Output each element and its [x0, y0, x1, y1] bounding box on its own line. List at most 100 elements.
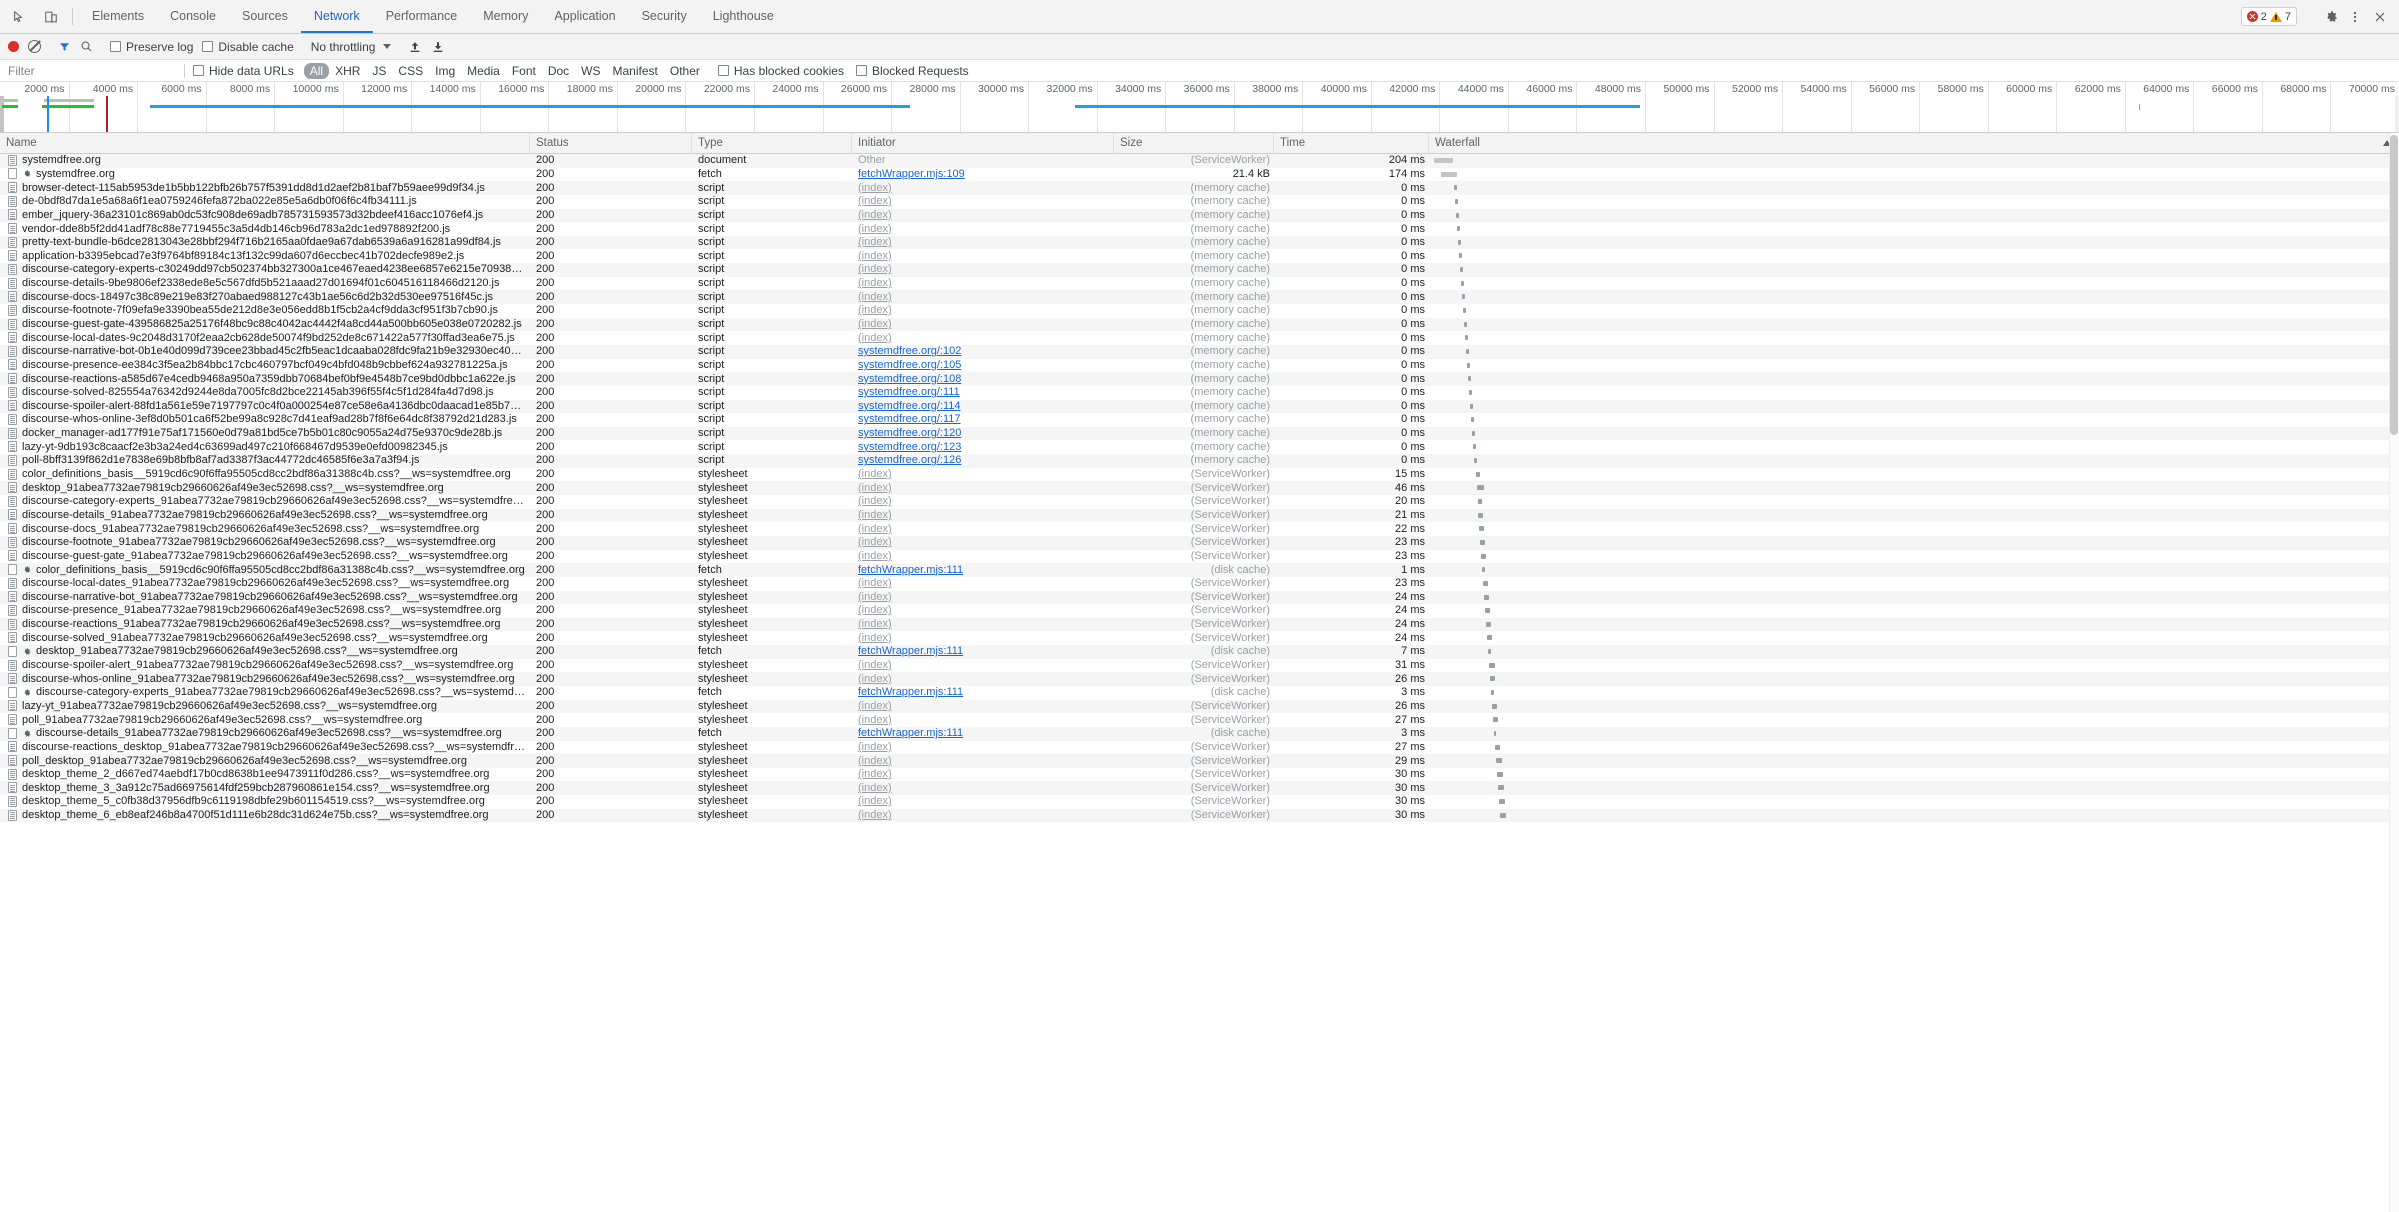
cell-initiator[interactable]: (index) [852, 263, 1114, 276]
table-row[interactable]: discourse-presence_91abea7732ae79819cb29… [0, 604, 2399, 618]
cell-initiator[interactable]: fetchWrapper.mjs:111 [852, 727, 1114, 740]
cell-initiator[interactable]: (index) [852, 181, 1114, 194]
cell-name[interactable]: discourse-narrative-bot_91abea7732ae7981… [0, 591, 530, 604]
cell-initiator[interactable]: (index) [852, 672, 1114, 685]
filter-toggle-button[interactable] [58, 41, 71, 53]
cell-initiator[interactable]: (index) [852, 618, 1114, 631]
filter-input[interactable] [6, 62, 176, 79]
table-row[interactable]: color_definitions_basis__5919cd6c90f6ffa… [0, 467, 2399, 482]
cell-name[interactable]: desktop_theme_5_c0fb38d37956dfb9c6119198… [0, 795, 530, 808]
table-row[interactable]: discourse-whos-online_91abea7732ae79819c… [0, 672, 2399, 686]
cell-name[interactable]: browser-detect-115ab5953de1b5bb122bfb26b… [0, 181, 530, 194]
cell-name[interactable]: poll-8bff3139f862d1e7838e69b8bfb8af7ad33… [0, 454, 530, 467]
cell-initiator[interactable]: (index) [852, 481, 1114, 494]
cell-initiator[interactable]: (index) [852, 713, 1114, 726]
close-icon[interactable] [2371, 8, 2389, 26]
cell-initiator[interactable]: (index) [852, 809, 1114, 822]
table-row[interactable]: discourse-narrative-bot-0b1e40d099d739ce… [0, 344, 2399, 359]
cell-name[interactable]: discourse-reactions_91abea7732ae79819cb2… [0, 618, 530, 631]
cell-initiator[interactable]: (index) [852, 249, 1114, 262]
table-row[interactable]: discourse-details_91abea7732ae79819cb296… [0, 726, 2399, 741]
column-header-status[interactable]: Status [530, 133, 692, 153]
cell-name[interactable]: discourse-docs_91abea7732ae79819cb296606… [0, 522, 530, 535]
table-row[interactable]: discourse-docs_91abea7732ae79819cb296606… [0, 522, 2399, 536]
cell-initiator[interactable]: (index) [852, 604, 1114, 617]
cell-name[interactable]: desktop_theme_6_eb8eaf246b8a4700f51d111e… [0, 809, 530, 822]
table-row[interactable]: poll_91abea7732ae79819cb29660626af49e3ec… [0, 713, 2399, 727]
cell-initiator[interactable]: (index) [852, 700, 1114, 713]
cell-name[interactable]: de-0bdf8d7da1e5a68a6f1ea0759246fefa872ba… [0, 195, 530, 208]
tab-security[interactable]: Security [629, 0, 700, 33]
gear-icon[interactable] [2321, 8, 2339, 26]
table-row[interactable]: pretty-text-bundle-b6dce2813043e28bbf294… [0, 235, 2399, 250]
table-row[interactable]: discourse-category-experts_91abea7732ae7… [0, 685, 2399, 700]
type-filter-xhr[interactable]: XHR [329, 63, 366, 79]
cell-name[interactable]: poll_desktop_91abea7732ae79819cb29660626… [0, 754, 530, 767]
table-row[interactable]: ember_jquery-36a23101c869ab0dc53fc908de6… [0, 208, 2399, 223]
table-row[interactable]: discourse-spoiler-alert_91abea7732ae7981… [0, 658, 2399, 673]
cell-name[interactable]: docker_manager-ad177f91e75af171560e0d79a… [0, 427, 530, 440]
table-row[interactable]: systemdfree.org 200 fetch fetchWrapper.mjs:… [0, 167, 2399, 182]
cell-initiator[interactable]: (index) [852, 236, 1114, 249]
cell-name[interactable]: discourse-reactions_desktop_91abea7732ae… [0, 741, 530, 754]
cell-name[interactable]: discourse-solved_91abea7732ae79819cb2966… [0, 631, 530, 644]
cell-name[interactable]: systemdfree.org [0, 168, 530, 181]
table-row[interactable]: discourse-footnote_91abea7732ae79819cb29… [0, 535, 2399, 550]
cell-initiator[interactable]: (index) [852, 754, 1114, 767]
cell-initiator[interactable]: (index) [852, 536, 1114, 549]
cell-name[interactable]: color_definitions_basis__5919cd6c90f6ffa… [0, 468, 530, 481]
cell-name[interactable]: application-b3395ebcad7e3f9764bf89184c13… [0, 249, 530, 262]
cell-name[interactable]: discourse-docs-18497c38c89e219e83f270aba… [0, 290, 530, 303]
type-filter-manifest[interactable]: Manifest [607, 63, 664, 79]
cell-initiator[interactable]: systemdfree.org/:102 [852, 345, 1114, 358]
table-row[interactable]: desktop_theme_5_c0fb38d37956dfb9c6119198… [0, 795, 2399, 809]
table-row[interactable]: vendor-dde8b5f2dd41adf78c88e7719455c3a5d… [0, 222, 2399, 236]
table-row[interactable]: discourse-reactions-a585d67e4cedb9468a95… [0, 372, 2399, 386]
vertical-scrollbar[interactable] [2389, 133, 2399, 1212]
type-filter-ws[interactable]: WS [575, 63, 606, 79]
cell-name[interactable]: discourse-solved-825554a76342d9244e8da70… [0, 386, 530, 399]
cell-name[interactable]: discourse-whos-online_91abea7732ae79819c… [0, 672, 530, 685]
cell-name[interactable]: discourse-guest-gate_91abea7732ae79819cb… [0, 550, 530, 563]
type-filter-doc[interactable]: Doc [542, 63, 575, 79]
cell-name[interactable]: discourse-footnote_91abea7732ae79819cb29… [0, 536, 530, 549]
column-header-name[interactable]: Name [0, 133, 530, 153]
cell-name[interactable]: discourse-presence_91abea7732ae79819cb29… [0, 604, 530, 617]
cell-initiator[interactable]: (index) [852, 577, 1114, 590]
table-row[interactable]: poll_desktop_91abea7732ae79819cb29660626… [0, 754, 2399, 768]
table-row[interactable]: desktop_theme_3_3a912c75ad66975614fdf259… [0, 781, 2399, 796]
cell-name[interactable]: discourse-local-dates_91abea7732ae79819c… [0, 577, 530, 590]
cell-initiator[interactable]: fetchWrapper.mjs:109 [852, 168, 1114, 181]
cell-name[interactable]: discourse-narrative-bot-0b1e40d099d739ce… [0, 345, 530, 358]
type-filter-other[interactable]: Other [664, 63, 706, 79]
cell-initiator[interactable]: systemdfree.org/:111 [852, 386, 1114, 399]
table-row[interactable]: desktop_91abea7732ae79819cb29660626af49e… [0, 481, 2399, 496]
table-row[interactable]: discourse-guest-gate_91abea7732ae79819cb… [0, 549, 2399, 564]
table-row[interactable]: discourse-category-experts-c30249dd97cb5… [0, 263, 2399, 277]
cell-initiator[interactable]: (index) [852, 741, 1114, 754]
cell-name[interactable]: lazy-yt_91abea7732ae79819cb29660626af49e… [0, 700, 530, 713]
overview-right-handle[interactable] [2395, 96, 2399, 132]
table-row[interactable]: discourse-reactions_desktop_91abea7732ae… [0, 740, 2399, 755]
cell-initiator[interactable]: (index) [852, 468, 1114, 481]
inspect-element-icon[interactable] [10, 8, 28, 26]
cell-initiator[interactable]: (index) [852, 318, 1114, 331]
column-header-waterfall[interactable]: Waterfall [1429, 133, 2399, 153]
cell-name[interactable]: ember_jquery-36a23101c869ab0dc53fc908de6… [0, 209, 530, 222]
cell-initiator[interactable]: (index) [852, 209, 1114, 222]
cell-initiator[interactable]: systemdfree.org/:108 [852, 372, 1114, 385]
cell-initiator[interactable]: (index) [852, 795, 1114, 808]
cell-initiator[interactable]: (index) [852, 509, 1114, 522]
table-row[interactable]: discourse-details_91abea7732ae79819cb296… [0, 508, 2399, 523]
disable-cache-checkbox[interactable]: Disable cache [202, 40, 294, 54]
cell-initiator[interactable]: systemdfree.org/:123 [852, 440, 1114, 453]
table-row[interactable]: discourse-category-experts_91abea7732ae7… [0, 495, 2399, 509]
table-row[interactable]: desktop_theme_2_d667ed74aebdf17b0cd8638b… [0, 767, 2399, 782]
table-row[interactable]: discourse-docs-18497c38c89e219e83f270aba… [0, 290, 2399, 305]
cell-initiator[interactable]: systemdfree.org/:120 [852, 427, 1114, 440]
cell-name[interactable]: discourse-category-experts_91abea7732ae7… [0, 686, 530, 699]
cell-initiator[interactable]: systemdfree.org/:105 [852, 359, 1114, 372]
table-row[interactable]: color_definitions_basis__5919cd6c90f6ffa… [0, 563, 2399, 577]
table-row[interactable]: discourse-whos-online-3ef8d0b501ca6f52be… [0, 413, 2399, 427]
table-row[interactable]: application-b3395ebcad7e3f9764bf89184c13… [0, 249, 2399, 264]
